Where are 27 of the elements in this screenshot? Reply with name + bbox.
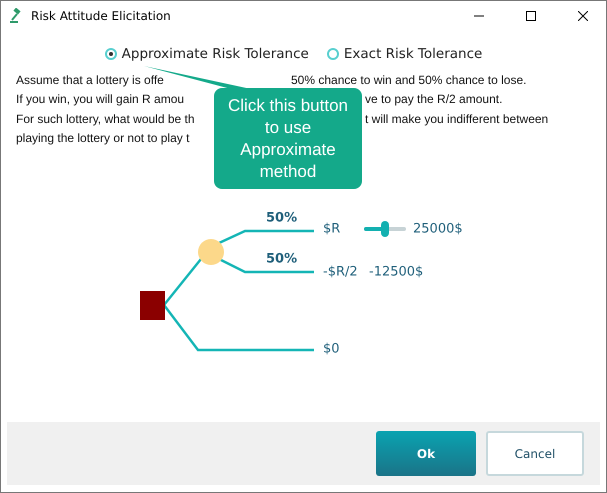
maximize-icon[interactable]: [526, 11, 536, 21]
amount-slider[interactable]: [364, 221, 406, 237]
probability-label: 50%: [266, 252, 298, 266]
radio-icon[interactable]: [326, 48, 339, 60]
description-text: playing the lottery or not to play t: [16, 131, 190, 146]
probability-label: 50%: [266, 210, 298, 226]
radio-icon[interactable]: [104, 48, 117, 60]
outcome-label: $0: [323, 342, 340, 356]
amount-value: 25000$: [413, 222, 463, 236]
window-title: Risk Attitude Elicitation: [31, 9, 172, 23]
chance-node: [198, 239, 224, 265]
description-text: t will make you indifferent between: [365, 112, 548, 126]
amount-value: -12500$: [369, 264, 424, 280]
cancel-button[interactable]: Cancel: [486, 431, 584, 476]
callout-tooltip: Click this button to use Approximate method: [214, 88, 362, 189]
description-text: For such lottery, what would be th: [16, 112, 195, 126]
decision-node: [140, 291, 165, 320]
description-text: Assume that a lottery is offe: [16, 72, 164, 87]
radio-option[interactable]: Exact Risk Tolerance: [326, 46, 482, 62]
description-text: If you win, you will gain R amou: [16, 92, 184, 106]
ok-button[interactable]: Ok: [376, 431, 476, 476]
outcome-label: -$R/2: [323, 264, 358, 280]
description-text: ve to pay the R/2 amount.: [365, 92, 502, 106]
radio-option[interactable]: Approximate Risk Tolerance: [104, 46, 309, 62]
description-text: 50% chance to win and 50% chance to lose.: [291, 72, 526, 87]
outcome-label: $R: [323, 222, 340, 236]
close-icon[interactable]: [578, 11, 588, 21]
